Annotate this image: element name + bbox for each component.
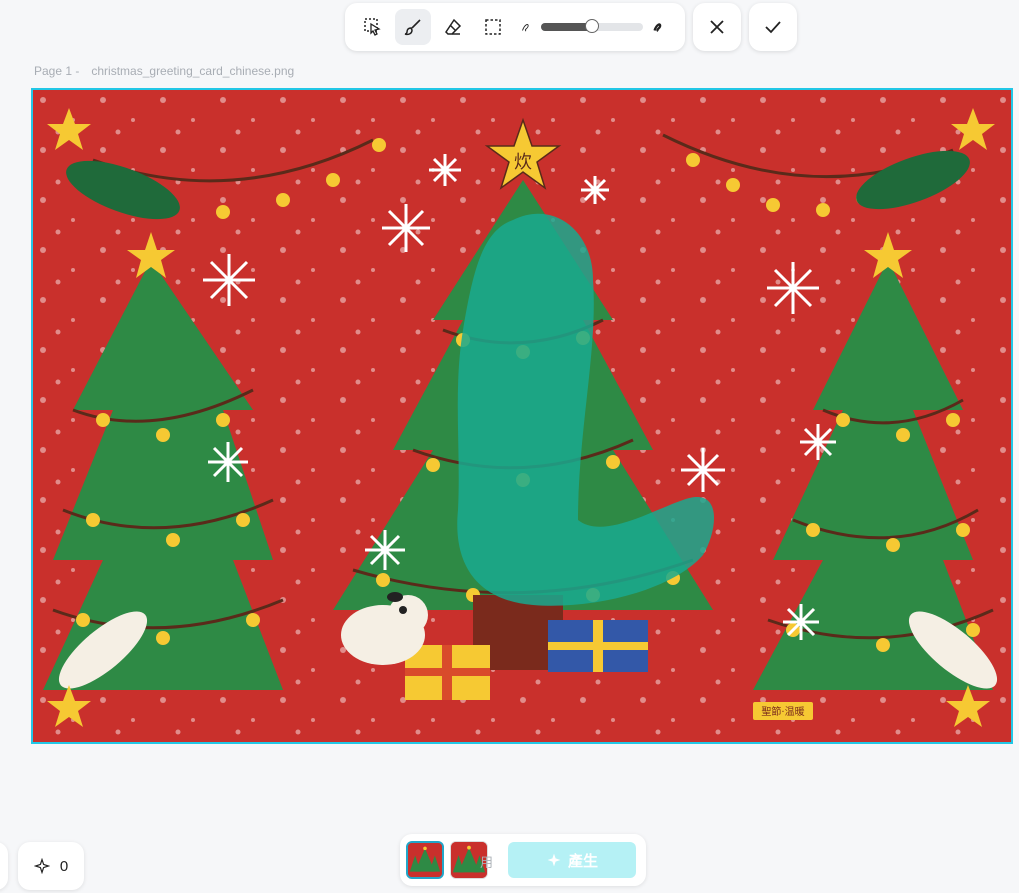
rectangle-select-button[interactable] [475,9,511,45]
thin-stroke-icon [522,23,529,32]
brush-button[interactable] [395,9,431,45]
check-icon [765,21,781,34]
thick-stroke-icon [653,23,662,32]
confirm-button[interactable] [749,3,797,51]
file-name: christmas_greeting_card_chinese.png [91,64,295,78]
rectangle-select-icon [485,19,501,35]
brush-size-control [519,19,665,34]
brush-icon [404,19,421,36]
generate-bar: 產生 [400,834,646,886]
lasso-select-icon [364,18,381,36]
brush-size-slider[interactable] [541,19,643,33]
eraser-icon [445,18,462,35]
generate-label: 產生 [567,852,598,870]
star-glyph: 炊 [514,152,532,173]
sparkle-icon [547,853,561,867]
thumbnail-image [408,843,442,877]
credits-button[interactable]: 0 [18,842,84,890]
bottom-tag-text: 聖節·温暖 [761,705,804,718]
page-label: Page 1 - christmas_greeting_card_chinese.… [34,64,294,78]
reference-thumbnail-1[interactable] [406,841,444,879]
mask-toolbar [345,3,685,51]
generate-button[interactable]: 產生 [508,842,636,878]
credits-count: 0 [59,857,69,875]
sparkle-icon [33,858,50,874]
close-icon [710,20,724,34]
image-canvas[interactable]: 炊 聖節·温暖 [31,88,1013,744]
lasso-select-button[interactable] [355,9,391,45]
cancel-button[interactable] [693,3,741,51]
page-number: Page 1 - [34,64,80,78]
partially-hidden-label: 用 [480,855,494,870]
brush-size-thumb[interactable] [585,19,599,33]
eraser-button[interactable] [435,9,471,45]
christmas-card-artwork: 炊 聖節·温暖 [33,90,1011,742]
left-edge-button[interactable] [0,842,8,890]
